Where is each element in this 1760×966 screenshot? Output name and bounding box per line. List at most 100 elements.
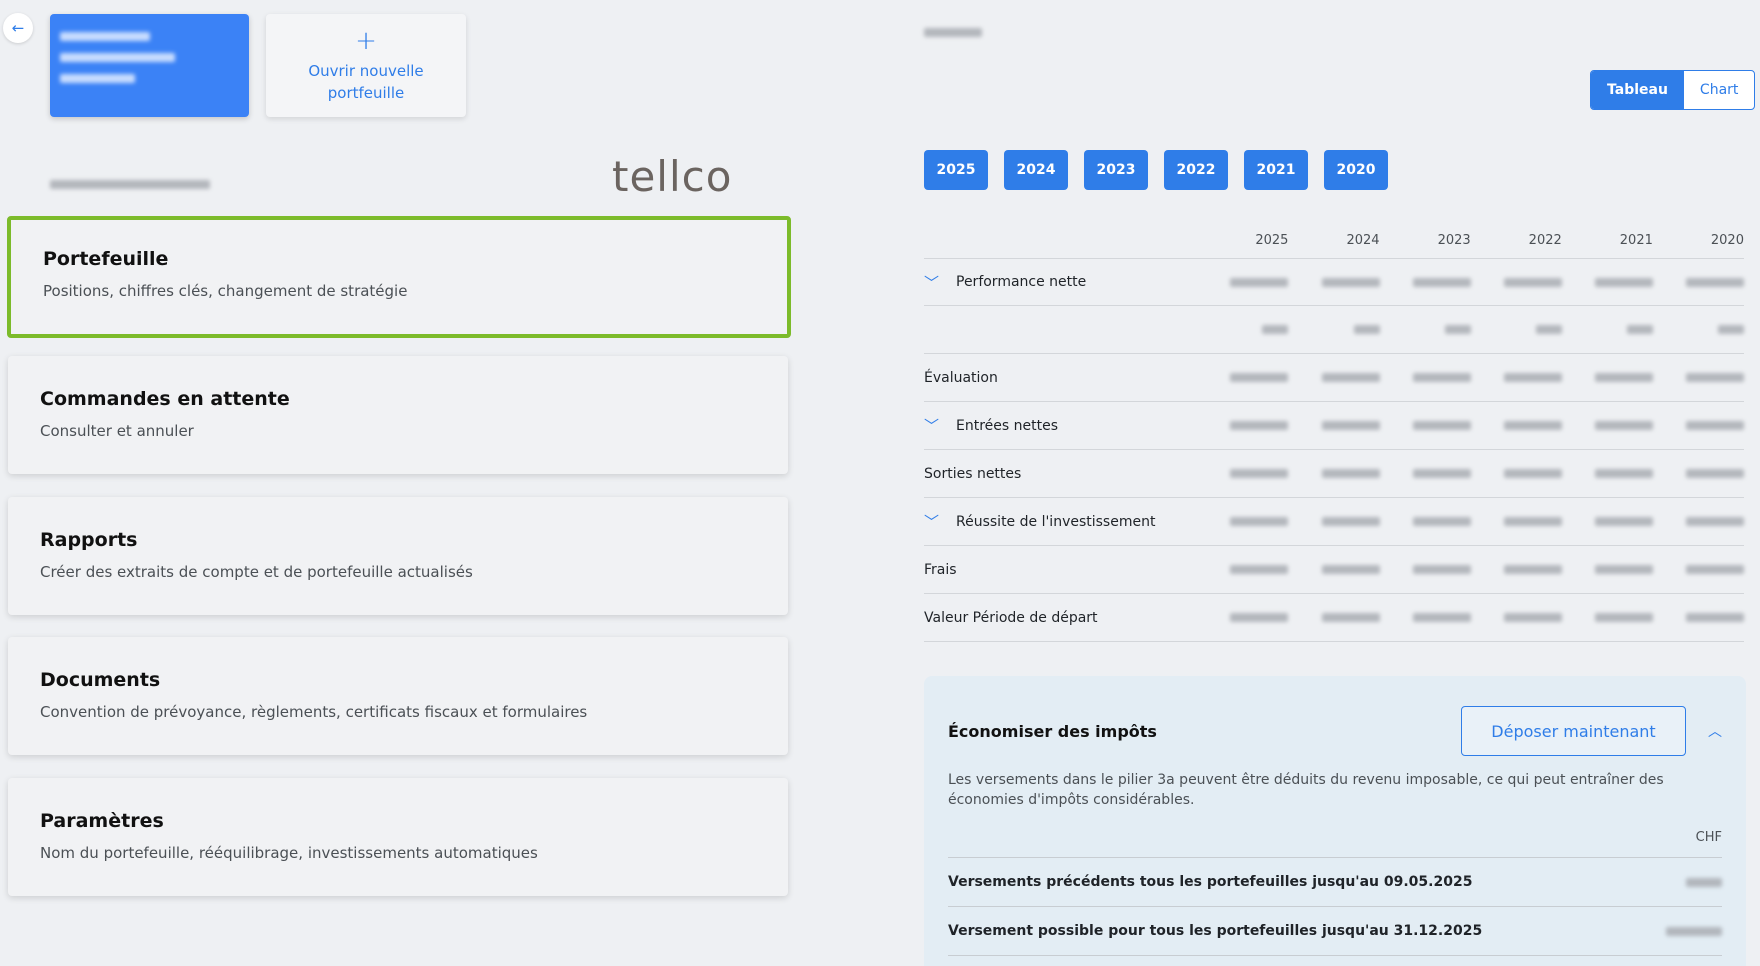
table-cell [1288,354,1380,402]
redacted-value [1503,469,1562,478]
redacted-value [1685,517,1744,526]
redacted-value [1412,277,1471,287]
table-cell [1562,258,1653,306]
table-cell [1288,498,1380,546]
row-label-text: Performance nette [956,274,1087,290]
performance-table: 2025 2024 2023 2022 2021 2020 ﹀ Performan… [924,222,1744,642]
menu-card-portefeuille[interactable]: Portefeuille Positions, chiffres clés, c… [7,216,791,338]
menu-card-commandes[interactable]: Commandes en attente Consulter et annule… [8,356,788,474]
deposit-now-button[interactable]: Déposer maintenant [1461,706,1686,756]
table-cell [1288,546,1380,594]
redacted-value [1594,565,1653,574]
column-header: 2021 [1619,232,1653,248]
column-header: 2023 [1437,232,1471,248]
table-cell [1653,546,1744,594]
table-cell [1197,498,1289,546]
table-row: Sorties nettes [924,450,1744,498]
year-button-2023[interactable]: 2023 [1084,150,1148,190]
redacted-value [1503,613,1562,622]
table-row[interactable]: ﹀ Réussite de l'investissement [924,498,1744,546]
tax-row-label: Versements précédents tous les portefeui… [948,874,1473,890]
table-cell [1653,306,1744,354]
redacted-value [1685,373,1744,382]
redacted-value [1321,421,1380,430]
table-cell [1471,402,1562,450]
table-cell [1471,594,1562,642]
chevron-up-icon[interactable]: ︿ [1708,721,1722,741]
row-label-text: Entrées nettes [956,417,1058,434]
menu-card-rapports[interactable]: Rapports Créer des extraits de compte et… [8,497,788,615]
row-label: ﹀ Performance nette [924,272,1197,293]
redacted-value [1685,277,1744,287]
menu-card-title: Documents [40,669,161,691]
redacted-value [1321,613,1380,622]
arrow-left-icon: ← [11,19,25,37]
new-portfolio-button[interactable]: + Ouvrir nouvelle portfeuille [266,14,466,117]
redacted-value [1412,469,1471,478]
redacted-value [1626,325,1653,334]
redacted-value [1503,565,1562,574]
year-button-2020[interactable]: 2020 [1324,150,1388,190]
table-row[interactable]: ﹀ Performance nette [924,258,1744,306]
table-cell [1471,546,1562,594]
view-toggle: Tableau Chart [1590,70,1756,110]
redacted-value [1686,877,1722,887]
table-cell [1562,498,1653,546]
table-row[interactable]: ﹀ Entrées nettes [924,402,1744,450]
table-cell [1562,354,1653,402]
redacted-value [1321,277,1380,287]
portfolio-card-active[interactable] [50,14,249,117]
redacted-value [1230,421,1289,430]
row-label: ﹀ Réussite de l'investissement [924,511,1197,532]
tax-row-label: Versement possible pour tous les portefe… [948,923,1483,939]
redacted-value [1230,469,1289,478]
row-label: ﹀ Entrées nettes [924,415,1197,436]
chevron-down-icon[interactable]: ﹀ [924,272,956,293]
row-label-text: Évaluation [924,369,998,386]
tab-chart[interactable]: Chart [1684,71,1754,109]
table-header: 2025 2024 2023 2022 2021 2020 [924,222,1744,258]
year-button-2024[interactable]: 2024 [1004,150,1068,190]
table-cell [1380,258,1471,306]
chevron-down-icon[interactable]: ﹀ [924,415,956,436]
table-cell [1380,402,1471,450]
tab-tableau[interactable]: Tableau [1591,71,1684,109]
table-cell [1562,450,1653,498]
table-cell [1288,306,1380,354]
redacted-value [1444,325,1471,334]
back-button[interactable]: ← [3,13,33,43]
redacted-value [1321,565,1380,574]
row-label: Évaluation [924,370,1197,386]
redacted-value [1535,325,1562,334]
year-button-2025[interactable]: 2025 [924,150,988,190]
menu-card-title: Paramètres [40,810,164,832]
table-cell [1471,354,1562,402]
table-cell [1197,258,1289,306]
table-cell [1197,546,1289,594]
redacted-value [1685,613,1744,622]
year-button-2022[interactable]: 2022 [1164,150,1228,190]
plus-icon: + [355,25,377,56]
redacted-value [1230,373,1289,382]
row-label-text: Frais [924,561,957,578]
year-button-2021[interactable]: 2021 [1244,150,1308,190]
menu-card-documents[interactable]: Documents Convention de prévoyance, règl… [8,637,788,755]
tellco-logo: tellco [612,152,733,201]
table-cell [1380,498,1471,546]
menu-card-description: Nom du portefeuille, rééquilibrage, inve… [40,844,538,862]
table-cell [1380,546,1471,594]
table-cell [1562,306,1653,354]
new-portfolio-label: Ouvrir nouvelle portfeuille [308,61,424,102]
chevron-down-icon[interactable]: ﹀ [924,511,956,532]
row-label-text: Sorties nettes [924,465,1022,482]
table-cell [1653,402,1744,450]
table-row: Frais [924,546,1744,594]
table-cell [1471,498,1562,546]
table-cell [1380,354,1471,402]
redacted-value [1594,373,1653,382]
table-cell [1197,450,1289,498]
menu-card-parametres[interactable]: Paramètres Nom du portefeuille, rééquili… [8,778,788,896]
redacted-value [1412,373,1471,382]
table-cell [1471,258,1562,306]
redacted-value [1503,373,1562,382]
